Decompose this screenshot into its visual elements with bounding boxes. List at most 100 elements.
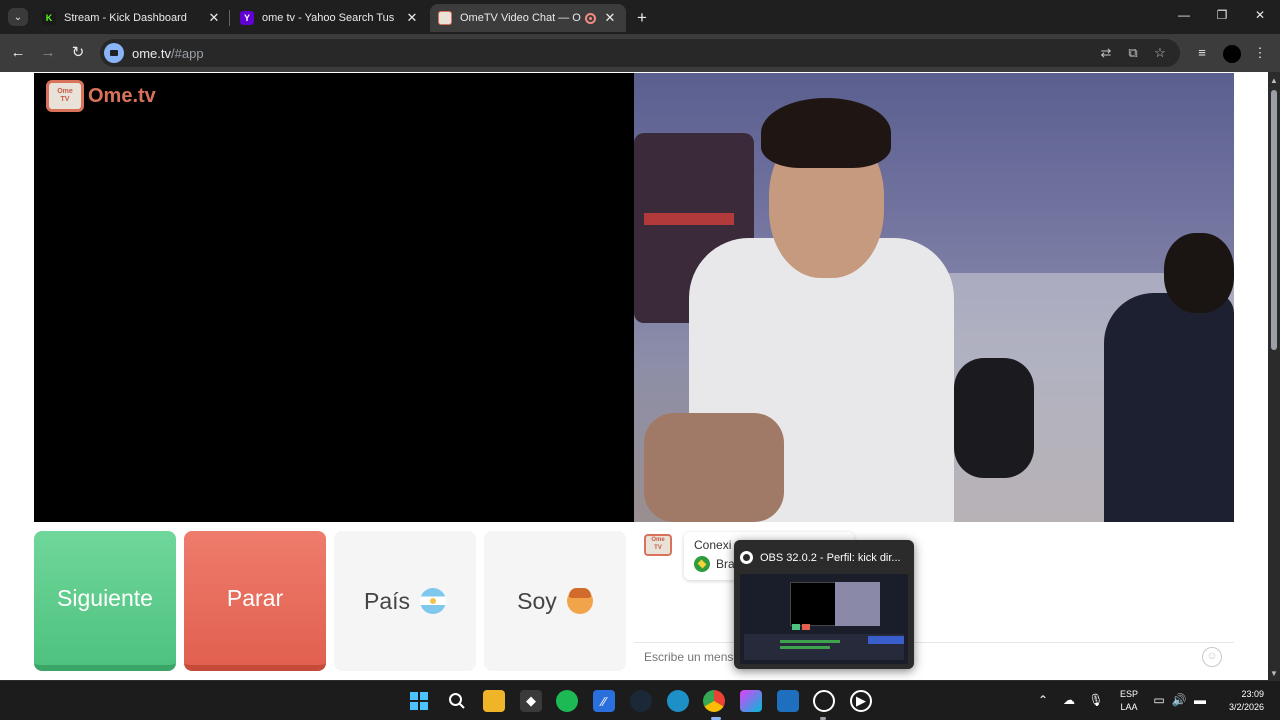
next-button[interactable]: Siguiente <box>34 531 176 671</box>
country-button[interactable]: País <box>334 531 476 671</box>
battery-icon[interactable]: ▬ <box>1191 693 1209 707</box>
video-second-person <box>1104 293 1234 522</box>
tab-kick[interactable]: K Stream - Kick Dashboard ✕ <box>34 4 230 32</box>
video-chair-stripe <box>644 213 734 225</box>
tab-ometv[interactable]: OmeTV Video Chat — Ome ✕ <box>430 4 626 32</box>
local-video: Ome TV Ome.tv <box>34 73 634 522</box>
brazil-flag-icon <box>694 556 710 572</box>
clock-time: 23:09 <box>1241 689 1264 699</box>
obs-thumb-camera <box>835 582 880 626</box>
chat-input-row: ☺ <box>634 642 1234 672</box>
obs-preview-title: OBS 32.0.2 - Perfil: kick dir... <box>740 551 910 564</box>
stop-label: Parar <box>226 584 284 611</box>
spotify-icon[interactable] <box>556 690 578 712</box>
url-host: ome.tv <box>132 45 172 61</box>
network-icon[interactable]: ▭ <box>1150 693 1168 707</box>
clock[interactable]: 23:09 3/2/2026 <box>1218 688 1264 714</box>
tab-close-icon[interactable]: ✕ <box>206 10 222 26</box>
tab-title: Stream - Kick Dashboard <box>64 12 187 24</box>
chat-logo-line2: TV <box>654 545 662 551</box>
page-scrollbar[interactable]: ▲ ▼ <box>1268 72 1280 680</box>
back-icon[interactable]: ← <box>8 43 28 63</box>
menu-icon[interactable]: ⋮ <box>1250 43 1270 63</box>
chat-ometv-icon: Ome TV <box>644 534 672 556</box>
logo-tv-icon: Ome TV <box>46 80 84 112</box>
forward-icon[interactable]: → <box>38 43 58 63</box>
obs-taskbar-icon[interactable] <box>813 690 835 712</box>
chrome-icon[interactable] <box>703 690 725 712</box>
maximize-icon[interactable]: ❐ <box>1212 8 1232 22</box>
tab-close-icon[interactable]: ✕ <box>602 10 618 26</box>
scroll-up-icon[interactable]: ▲ <box>1270 76 1278 85</box>
tab-yahoo[interactable]: Y ome tv - Yahoo Search Tus resu ✕ <box>232 4 428 32</box>
chat-logo-line1: Ome <box>651 537 665 543</box>
obs-thumb-meter <box>780 640 840 643</box>
stop-button[interactable]: Parar <box>184 531 326 671</box>
unity-icon[interactable]: ◆ <box>520 690 542 712</box>
obs-icon <box>740 551 753 564</box>
url-text: ome.tv/#app <box>132 46 204 61</box>
address-bar[interactable]: ome.tv/#app ⇄ ⧉ ☆ <box>100 39 1180 67</box>
bookmark-star-icon[interactable]: ☆ <box>1152 45 1168 61</box>
argentina-flag-icon <box>420 588 447 614</box>
boy-face-icon <box>566 588 593 614</box>
url-path: /#app <box>171 45 204 61</box>
kick-icon: K <box>42 11 56 25</box>
profile-avatar[interactable] <box>1223 45 1241 63</box>
search-icon[interactable] <box>446 690 468 712</box>
new-tab-button[interactable]: + <box>632 8 652 28</box>
logo-tv-line1: Ome <box>57 88 73 95</box>
scrollbar-thumb[interactable] <box>1271 90 1277 350</box>
recording-icon <box>585 12 596 24</box>
logo-tv-line2: TV <box>60 96 70 103</box>
edge-icon[interactable] <box>667 690 689 712</box>
steam-icon[interactable] <box>630 690 652 712</box>
chat-panel: OmeTV Conexi Bra ☺ <box>634 524 1234 672</box>
tab-close-icon[interactable]: ✕ <box>404 10 420 26</box>
obs-taskbar-preview[interactable]: OBS 32.0.2 - Perfil: kick dir... <box>734 540 914 669</box>
video-person-arm <box>644 413 784 522</box>
country-label: País <box>363 587 411 614</box>
app-icon[interactable] <box>740 690 762 712</box>
remote-video <box>634 73 1234 522</box>
obs-thumb-red <box>802 624 810 630</box>
media-player-icon[interactable]: ▶ <box>850 690 872 712</box>
show-hidden-icons[interactable]: ⌃ <box>1034 693 1052 707</box>
cloud-icon[interactable]: ☁ <box>1060 693 1078 707</box>
start-menu-icon[interactable] <box>408 690 430 712</box>
app-icon[interactable]: ⁄⁄ <box>593 690 615 712</box>
app-icon[interactable] <box>777 690 799 712</box>
obs-preview-thumbnail <box>740 574 908 664</box>
message-line2: Bra <box>716 557 735 571</box>
gender-label: Soy <box>517 587 557 614</box>
lang-line1: ESP <box>1119 689 1138 699</box>
tab-title: OmeTV Video Chat — Ome <box>460 12 581 24</box>
clock-date: 3/2/2026 <box>1228 702 1264 712</box>
language-indicator[interactable]: ESP LAA <box>1118 688 1140 714</box>
ometv-icon <box>438 11 452 25</box>
video-second-person-hair <box>1164 233 1234 313</box>
translate-icon[interactable]: ⇄ <box>1098 45 1114 61</box>
scroll-down-icon[interactable]: ▼ <box>1270 669 1278 678</box>
minimize-icon[interactable]: — <box>1174 8 1194 22</box>
microphone-icon[interactable]: 🎙 <box>1087 693 1105 707</box>
file-explorer-icon[interactable] <box>483 690 505 712</box>
volume-icon[interactable]: 🔊 <box>1170 693 1188 707</box>
install-app-icon[interactable]: ⧉ <box>1125 45 1141 61</box>
reload-icon[interactable]: ↻ <box>68 43 88 63</box>
logo-text: Ome.tv <box>88 84 156 107</box>
emoji-icon[interactable]: ☺ <box>1202 647 1222 667</box>
browser-toolbar: ← → ↻ ome.tv/#app ⇄ ⧉ ☆ ≡ ⋮ <box>0 34 1280 72</box>
tab-strip: ⌄ K Stream - Kick Dashboard ✕ Y ome tv -… <box>0 0 1280 34</box>
site-info-icon[interactable] <box>104 43 124 63</box>
next-label: Siguiente <box>57 584 153 611</box>
video-microphone <box>954 358 1034 478</box>
media-controls-icon[interactable]: ≡ <box>1192 43 1212 63</box>
window-close-icon[interactable]: ✕ <box>1250 8 1270 22</box>
gender-button[interactable]: Soy <box>484 531 626 671</box>
video-person-hair <box>761 98 891 168</box>
ometv-logo[interactable]: Ome TV Ome.tv <box>46 80 156 112</box>
tab-separator <box>229 10 230 26</box>
lang-line2: LAA <box>1120 702 1138 712</box>
tab-search-button[interactable]: ⌄ <box>8 8 28 26</box>
